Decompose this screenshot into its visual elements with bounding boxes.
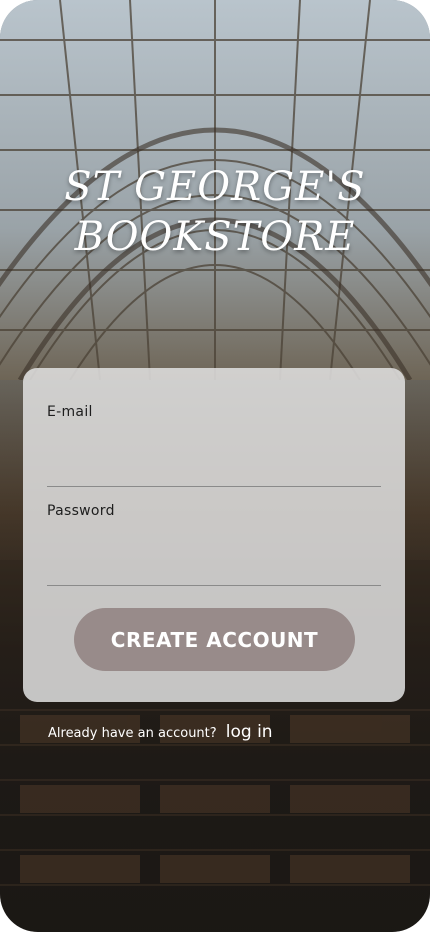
password-label: Password bbox=[47, 503, 115, 519]
app-title-line2: BOOKSTORE bbox=[74, 214, 356, 260]
create-account-button[interactable]: CREATE ACCOUNT bbox=[74, 608, 355, 671]
signup-screen: ST GEORGE'S BOOKSTORE E-mail Password CR… bbox=[0, 0, 430, 932]
app-title-line1: ST GEORGE'S bbox=[64, 164, 366, 210]
login-prompt: Already have an account? log in bbox=[48, 722, 273, 742]
signup-card: E-mail Password CREATE ACCOUNT bbox=[23, 368, 405, 702]
email-field[interactable] bbox=[47, 456, 381, 487]
login-prompt-text: Already have an account? bbox=[48, 726, 217, 741]
email-label: E-mail bbox=[47, 404, 93, 420]
login-link[interactable]: log in bbox=[226, 722, 273, 742]
password-field[interactable] bbox=[47, 555, 381, 586]
app-title: ST GEORGE'S BOOKSTORE bbox=[0, 162, 430, 262]
